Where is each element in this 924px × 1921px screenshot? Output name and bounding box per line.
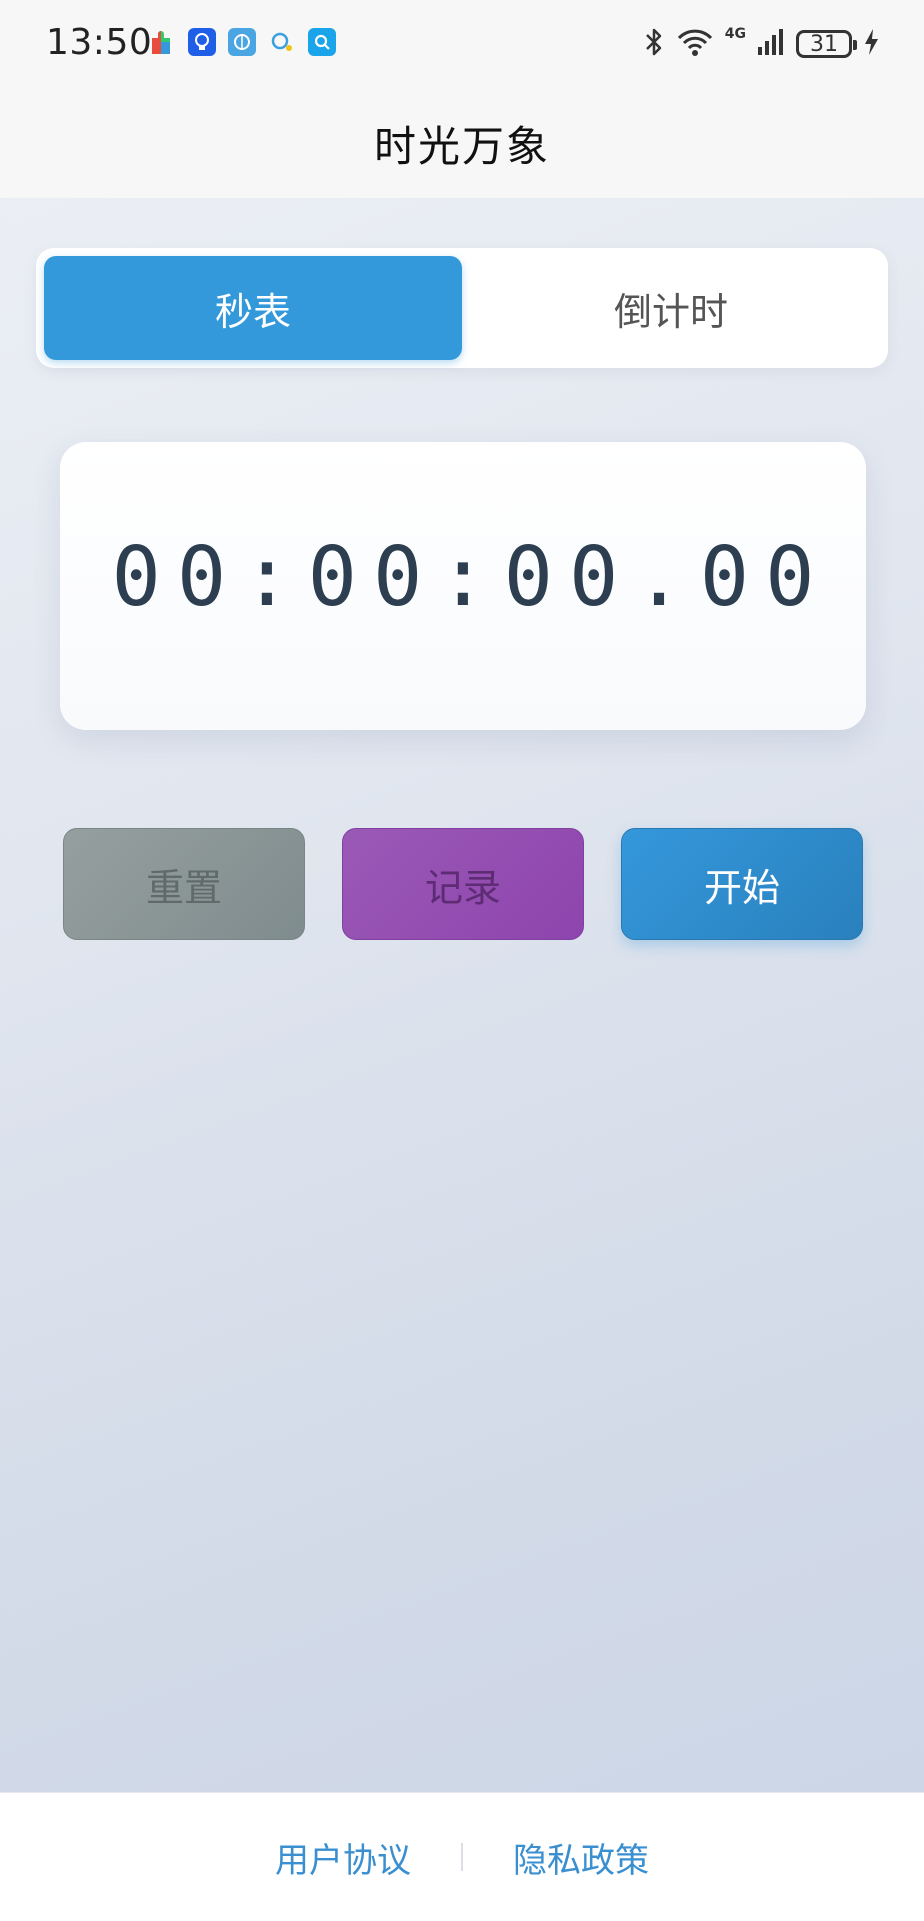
- puzzle-app-icon: [148, 28, 176, 56]
- search-app-icon: [308, 28, 336, 56]
- lap-button[interactable]: 记录: [342, 828, 584, 940]
- wifi-icon: [675, 26, 715, 62]
- footer: 用户协议 隐私政策: [0, 1792, 924, 1921]
- timer-display-card: 00:00:00.00: [60, 442, 866, 730]
- battery-level: 31: [810, 31, 838, 57]
- privacy-link[interactable]: 隐私政策: [513, 1833, 649, 1882]
- bulb-app-icon: [188, 28, 216, 56]
- tab-stopwatch[interactable]: 秒表: [44, 256, 462, 360]
- mode-switch: 秒表 倒计时: [36, 248, 888, 368]
- status-app-icons: [148, 28, 336, 56]
- tab-countdown[interactable]: 倒计时: [462, 256, 880, 360]
- signal-icon: [756, 27, 786, 61]
- reset-button[interactable]: 重置: [63, 828, 305, 940]
- battery-icon: 31: [796, 30, 857, 58]
- cloud-app-icon: [268, 28, 296, 56]
- charging-icon: [862, 27, 880, 61]
- timer-controls: 重置 记录 开始: [63, 828, 863, 940]
- footer-divider: [461, 1843, 463, 1871]
- start-button[interactable]: 开始: [621, 828, 863, 940]
- timer-display: 00:00:00.00: [111, 530, 831, 625]
- bluetooth-icon: [643, 26, 665, 62]
- status-time: 13:50: [46, 22, 153, 63]
- page-title: 时光万象: [373, 121, 550, 171]
- status-indicators: 4G 31: [643, 24, 880, 64]
- terms-link[interactable]: 用户协议: [275, 1833, 411, 1882]
- network-type: 4G: [724, 26, 746, 42]
- globe-app-icon: [228, 28, 256, 56]
- status-bar: 13:50 4G 31: [0, 0, 924, 88]
- app-header: 时光万象: [0, 88, 924, 198]
